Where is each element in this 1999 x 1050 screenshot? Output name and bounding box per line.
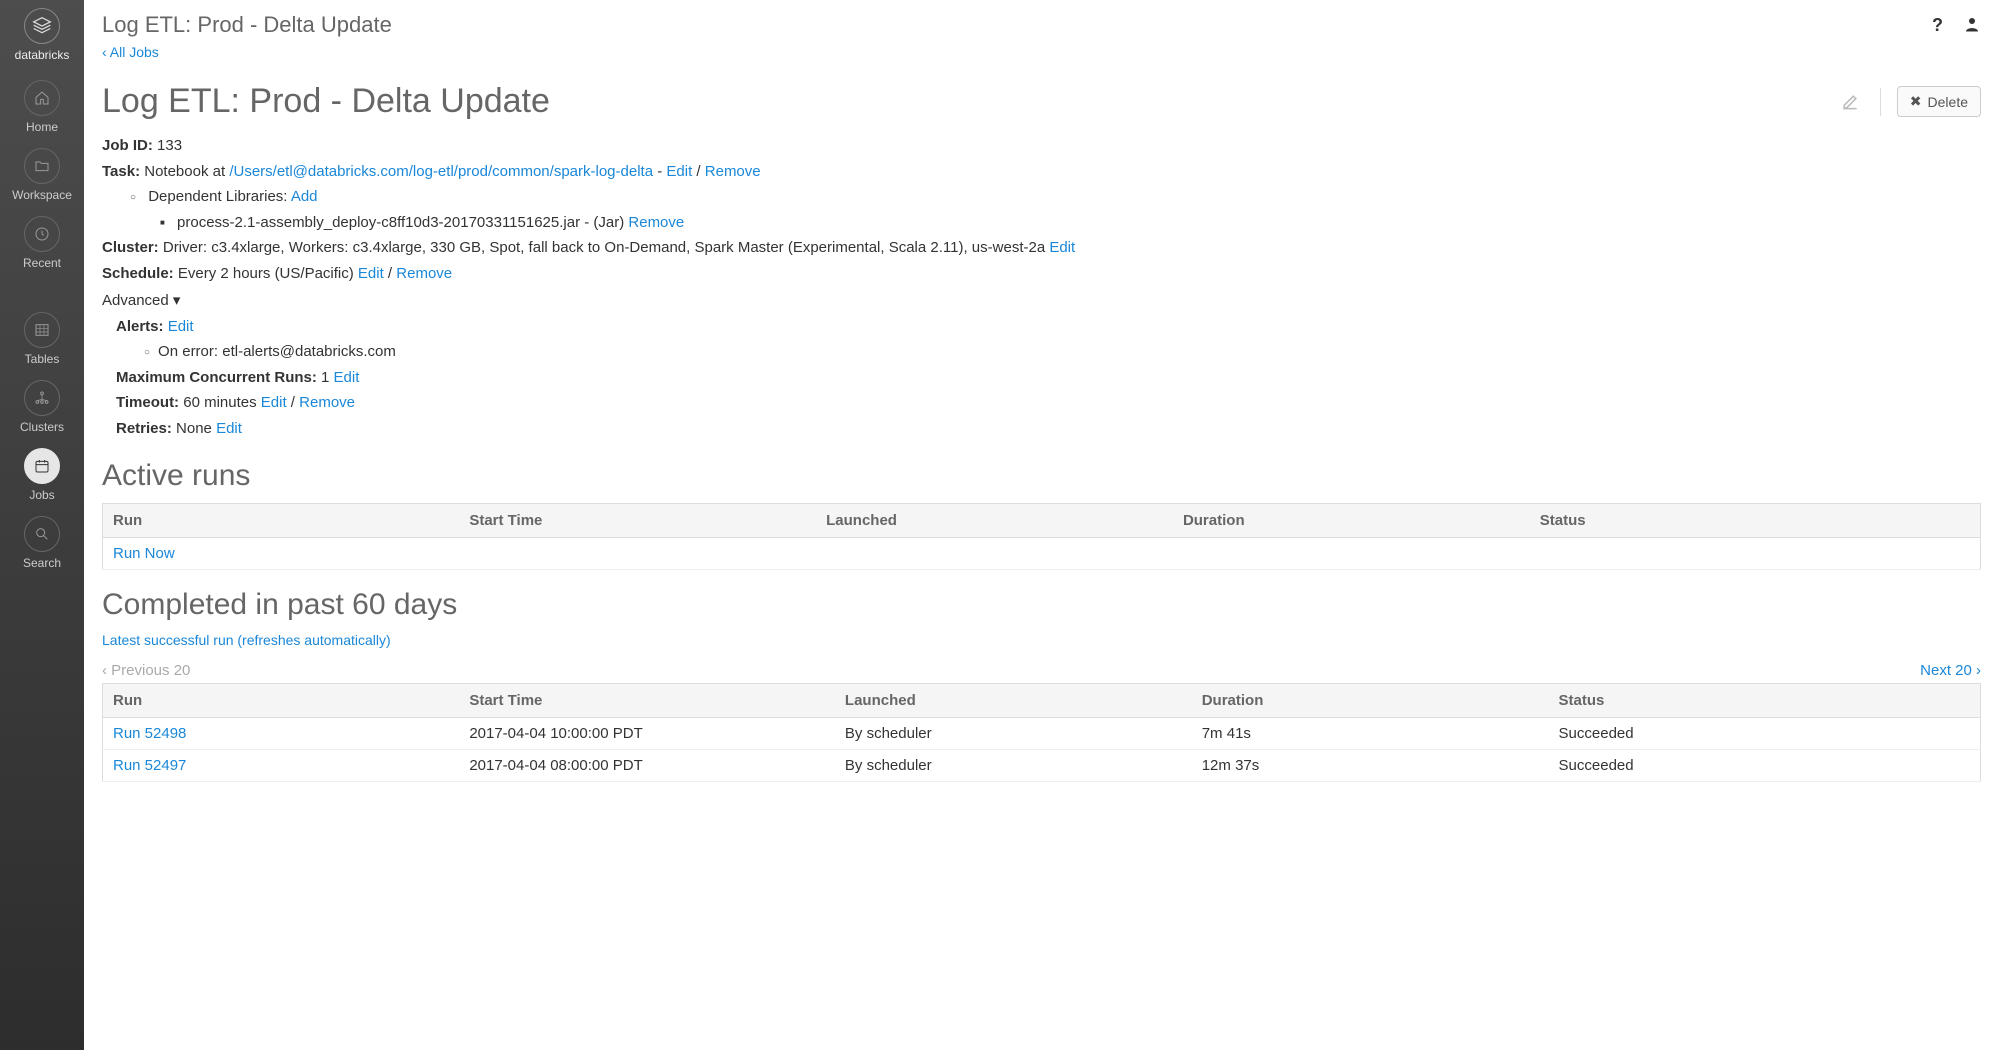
retries-edit-link[interactable]: Edit [216,420,242,437]
library-remove-link[interactable]: Remove [628,214,684,231]
job-title: Log ETL: Prod - Delta Update [102,82,1820,121]
cluster-icon [24,380,60,416]
timeout-row: Timeout: 60 minutes Edit / Remove [116,390,1981,416]
col-status: Status [1549,684,1981,718]
table-row: Run 52498 2017-04-04 10:00:00 PDT By sch… [103,718,1981,750]
sidebar-item-label: Home [26,120,58,134]
max-concurrent-row: Maximum Concurrent Runs: 1 Edit [116,365,1981,391]
close-icon: ✖ [1910,93,1922,110]
sidebar-item-label: Tables [25,352,60,366]
latest-successful-link[interactable]: Latest successful run (refreshes automat… [102,632,391,648]
sidebar-item-recent[interactable]: Recent [23,216,61,270]
task-row: Task: Notebook at /Users/etl@databricks.… [102,159,1981,185]
delete-button[interactable]: ✖ Delete [1897,86,1981,117]
col-run: Run [103,504,460,538]
timeout-remove-link[interactable]: Remove [299,394,355,411]
sidebar-item-search[interactable]: Search [23,516,61,570]
back-all-jobs-link[interactable]: ‹ All Jobs [102,44,159,60]
prev-page: ‹ Previous 20 [102,662,190,679]
clock-icon [24,216,60,252]
retries-row: Retries: None Edit [116,416,1981,442]
edit-title-icon[interactable] [1820,92,1880,112]
col-start: Start Time [459,684,835,718]
alerts-onerror: On error: etl-alerts@databricks.com [144,339,1981,365]
add-library-link[interactable]: Add [291,188,318,205]
library-item: process-2.1-assembly_deploy-c8ff10d3-201… [160,210,1981,236]
sidebar-item-home[interactable]: Home [24,80,60,134]
main-content: Log ETL: Prod - Delta Update ? ‹ All Job… [84,0,1999,1050]
sidebar-item-clusters[interactable]: Clusters [20,380,64,434]
user-icon[interactable] [1963,15,1981,36]
job-id-row: Job ID: 133 [102,133,1981,159]
active-runs-table: Run Start Time Launched Duration Status … [102,503,1981,570]
sidebar-item-label: Jobs [29,488,54,502]
chevron-down-icon: ▾ [173,292,181,309]
timeout-edit-link[interactable]: Edit [261,394,287,411]
task-edit-link[interactable]: Edit [666,163,692,180]
dependent-libraries-row: Dependent Libraries: Add [130,184,1981,210]
advanced-toggle[interactable]: Advanced ▾ [102,288,1981,314]
col-status: Status [1530,504,1981,538]
sidebar-item-tables[interactable]: Tables [24,312,60,366]
col-start: Start Time [459,504,816,538]
next-page[interactable]: Next 20 › [1920,662,1981,679]
cluster-edit-link[interactable]: Edit [1049,239,1075,256]
folder-icon [24,148,60,184]
sidebar: databricks Home Workspace Recent Tab [0,0,84,1050]
run-link[interactable]: Run 52497 [113,757,186,774]
page-title: Log ETL: Prod - Delta Update [102,12,392,38]
completed-heading: Completed in past 60 days [102,588,1981,622]
home-icon [24,80,60,116]
help-icon[interactable]: ? [1932,15,1943,36]
sidebar-item-label: Workspace [12,188,72,202]
col-launched: Launched [816,504,1173,538]
col-launched: Launched [835,684,1192,718]
schedule-edit-link[interactable]: Edit [358,265,384,282]
sidebar-item-workspace[interactable]: Workspace [12,148,72,202]
sidebar-item-label: Clusters [20,420,64,434]
alerts-edit-link[interactable]: Edit [168,318,194,335]
databricks-icon [24,8,60,44]
run-now-link[interactable]: Run Now [113,545,175,562]
table-row: Run 52497 2017-04-04 08:00:00 PDT By sch… [103,750,1981,782]
completed-runs-table: Run Start Time Launched Duration Status … [102,683,1981,782]
col-duration: Duration [1173,504,1530,538]
divider [1880,88,1881,116]
task-remove-link[interactable]: Remove [705,163,761,180]
brand-logo[interactable]: databricks [15,8,70,62]
table-row: Run Now [103,538,1981,570]
col-duration: Duration [1192,684,1549,718]
schedule-row: Schedule: Every 2 hours (US/Pacific) Edi… [102,261,1981,287]
table-icon [24,312,60,348]
mcr-edit-link[interactable]: Edit [334,369,360,386]
active-runs-heading: Active runs [102,459,1981,493]
run-link[interactable]: Run 52498 [113,725,186,742]
sidebar-item-jobs[interactable]: Jobs [24,448,60,502]
sidebar-item-label: Recent [23,256,61,270]
col-run: Run [103,684,460,718]
cluster-row: Cluster: Driver: c3.4xlarge, Workers: c3… [102,235,1981,261]
sidebar-item-label: Search [23,556,61,570]
alerts-row: Alerts: Edit [116,314,1981,340]
schedule-remove-link[interactable]: Remove [396,265,452,282]
task-path-link[interactable]: /Users/etl@databricks.com/log-etl/prod/c… [229,163,653,180]
calendar-icon [24,448,60,484]
search-icon [24,516,60,552]
delete-label: Delete [1928,94,1968,110]
brand-label: databricks [15,48,70,62]
